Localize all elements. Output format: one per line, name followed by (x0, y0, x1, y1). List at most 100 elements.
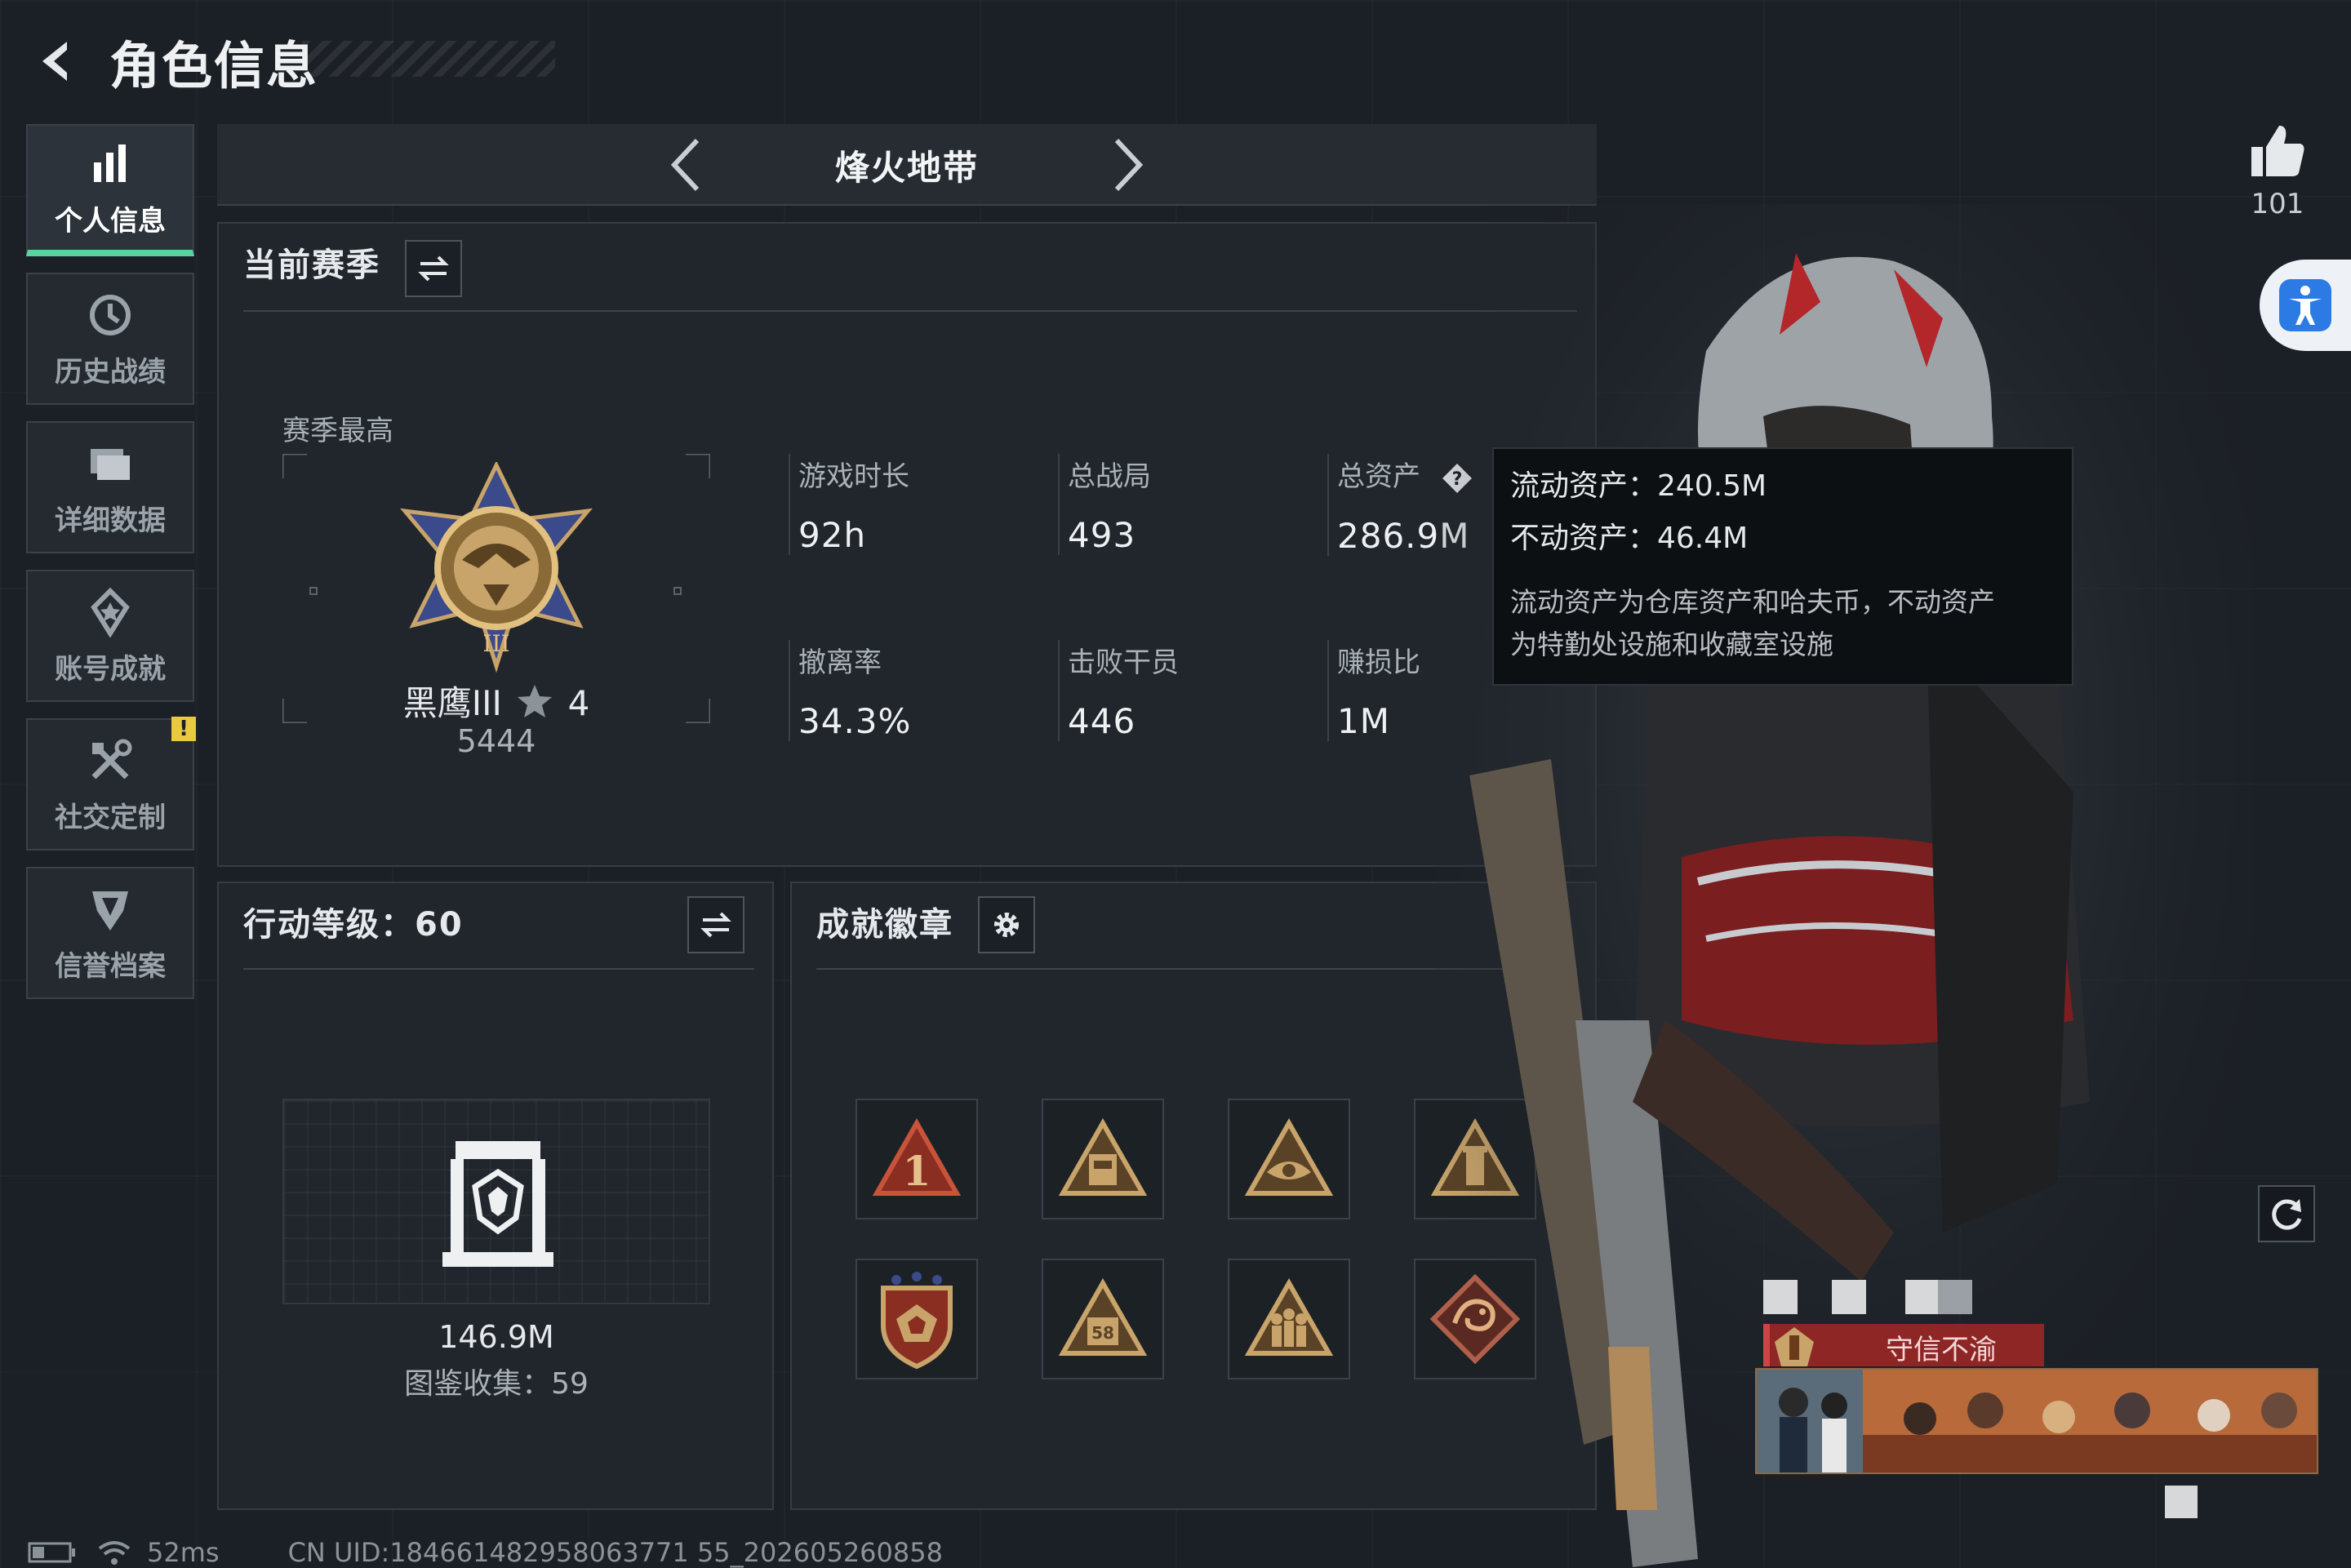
badge-building-icon (1058, 1118, 1148, 1196)
title-emblem-icon (1775, 1327, 1814, 1366)
swap-icon (700, 912, 731, 938)
stat-value: 1M (1337, 701, 1390, 741)
swap-icon (418, 255, 449, 282)
stat-value: 493 (1068, 515, 1136, 555)
level-display (282, 1099, 710, 1304)
sidebar-item-detailed-data[interactable]: 详细数据 (26, 421, 194, 553)
shield-icon (92, 891, 128, 931)
svg-text:1: 1 (903, 1147, 931, 1195)
badge-slot-6[interactable]: 58 (1042, 1259, 1164, 1379)
history-clock-icon (90, 294, 131, 335)
achievement-icon (91, 587, 130, 638)
tools-icon (91, 739, 132, 779)
level-title: 行动等级：60 (243, 906, 464, 944)
rotate-icon (2272, 1199, 2302, 1230)
season-title: 当前赛季 (243, 247, 380, 284)
status-bar: 52ms CN UID:184661482958063771 55_202605… (28, 1537, 943, 1568)
assets-description: 流动资产为仓库资产和哈夫币，不动资产 为特勤处设施和收藏室设施 (1510, 581, 2055, 666)
stat-label-text: 总资产 (1337, 460, 1420, 493)
stat-operators-defeated: 击败干员 446 (1058, 640, 1179, 741)
banner-image (1757, 1370, 2317, 1472)
page-header: 角色信息 (24, 24, 318, 98)
badge-slot-7[interactable] (1228, 1259, 1350, 1379)
level-emblem-icon (442, 1141, 553, 1267)
liquid-assets: 流动资产：240.5M (1510, 469, 1767, 503)
title-decoration (302, 41, 555, 77)
svg-text:III: III (482, 630, 509, 657)
ping-value: 52ms (147, 1537, 220, 1568)
likes: 101 (2237, 121, 2318, 220)
gear-icon (994, 913, 1019, 937)
stat-play-time: 游戏时长 92h (789, 454, 909, 555)
sidebar-item-personal-info[interactable]: 个人信息 (26, 124, 194, 256)
back-arrow-icon (42, 42, 67, 81)
badges-settings-button[interactable] (978, 896, 1035, 953)
mode-next-button[interactable] (1094, 132, 1159, 198)
accessibility-icon (2279, 279, 2331, 331)
sidebar-item-social-custom[interactable]: 社交定制 ! (26, 717, 196, 851)
sidebar-item-achievements[interactable]: 账号成就 (26, 570, 194, 702)
stat-extract-rate: 撤离率 34.3% (789, 640, 911, 741)
folder-icon (91, 448, 130, 480)
player-uid: CN UID:184661482958063771 55_20260526085… (287, 1537, 943, 1568)
alert-badge: ! (171, 717, 196, 741)
rank-name: 黑鹰III 4 (282, 676, 710, 726)
level-switch-button[interactable] (687, 896, 744, 953)
stat-profit-ratio: 赚损比 1M (1327, 640, 1420, 741)
badge-slot-3[interactable] (1228, 1099, 1350, 1219)
badge-soldiers-icon (1244, 1278, 1334, 1356)
assets-tooltip: 流动资产：240.5M 不动资产：46.4M 流动资产为仓库资产和哈夫币，不动资… (1492, 447, 2073, 686)
page-title: 角色信息 (109, 36, 319, 96)
stat-label: 游戏时长 (798, 460, 909, 493)
sidebar-item-label: 信誉档案 (55, 949, 166, 983)
sidebar-item-label: 历史战绩 (55, 355, 166, 389)
stat-value: 92h (798, 515, 867, 555)
rank-stars: 4 (567, 683, 590, 723)
badge-slot-5[interactable] (856, 1259, 978, 1379)
accessibility-button[interactable] (2260, 260, 2351, 351)
assets-description-line: 流动资产为仓库资产和哈夫币，不动资产 (1510, 586, 1995, 618)
rotate-model-button[interactable] (2258, 1185, 2315, 1242)
thumbs-up-icon[interactable] (2247, 121, 2309, 183)
collection-count: 图鉴收集：59 (404, 1367, 589, 1401)
assets-description-line: 为特勤处设施和收藏室设施 (1510, 629, 1833, 660)
stat-total-matches: 总战局 493 (1058, 454, 1151, 555)
divider (243, 968, 754, 970)
mode-title: 烽火地带 (834, 148, 979, 188)
badge-slot-2[interactable] (1042, 1099, 1164, 1219)
badge-number-one-icon: 1 (872, 1118, 962, 1196)
badge-58-icon: 58 (1058, 1278, 1148, 1356)
season-switch-button[interactable] (405, 240, 462, 297)
title-tag-text: 守信不渝 (1886, 1334, 1997, 1366)
rank-emblem-icon: III (400, 462, 593, 673)
level-asset-value: 146.9M (438, 1319, 554, 1355)
profile-banner (1755, 1368, 2318, 1474)
badge-shield-stars-icon (881, 1272, 953, 1370)
bar-chart-icon (94, 144, 126, 182)
stat-label: 撤离率 (798, 646, 882, 679)
badge-slot-1[interactable]: 1 (856, 1099, 978, 1219)
sidebar-item-label: 详细数据 (55, 504, 166, 537)
sidebar-item-label: 个人信息 (55, 204, 166, 238)
sidebar-item-label: 社交定制 (55, 801, 166, 834)
badge-eye-icon (1244, 1118, 1334, 1196)
likes-count: 101 (2251, 188, 2304, 220)
stat-label: 击败干员 (1068, 646, 1179, 679)
stat-label: 总战局 (1068, 460, 1151, 493)
rank-score: 5444 (456, 723, 536, 759)
stat-label: 赚损比 (1337, 646, 1420, 679)
stat-value: 446 (1068, 701, 1136, 741)
rank-name-text: 黑鹰III (402, 683, 502, 723)
battery-icon (28, 1542, 75, 1563)
divider (243, 310, 1577, 312)
wifi-icon (98, 1541, 131, 1565)
back-button[interactable] (24, 29, 90, 94)
sidebar: 个人信息 历史战绩 详细数据 账号成就 社交定制 ! 信誉档案 (26, 124, 196, 1015)
fixed-assets: 不动资产：46.4M (1510, 522, 1749, 555)
sidebar-item-credit-record[interactable]: 信誉档案 (26, 867, 194, 999)
svg-text:58: 58 (1091, 1323, 1114, 1343)
star-icon (518, 685, 553, 717)
sidebar-item-history[interactable]: 历史战绩 (26, 273, 194, 405)
mode-selector: 烽火地带 (217, 124, 1597, 206)
season-best-label: 赛季最高 (282, 415, 393, 447)
